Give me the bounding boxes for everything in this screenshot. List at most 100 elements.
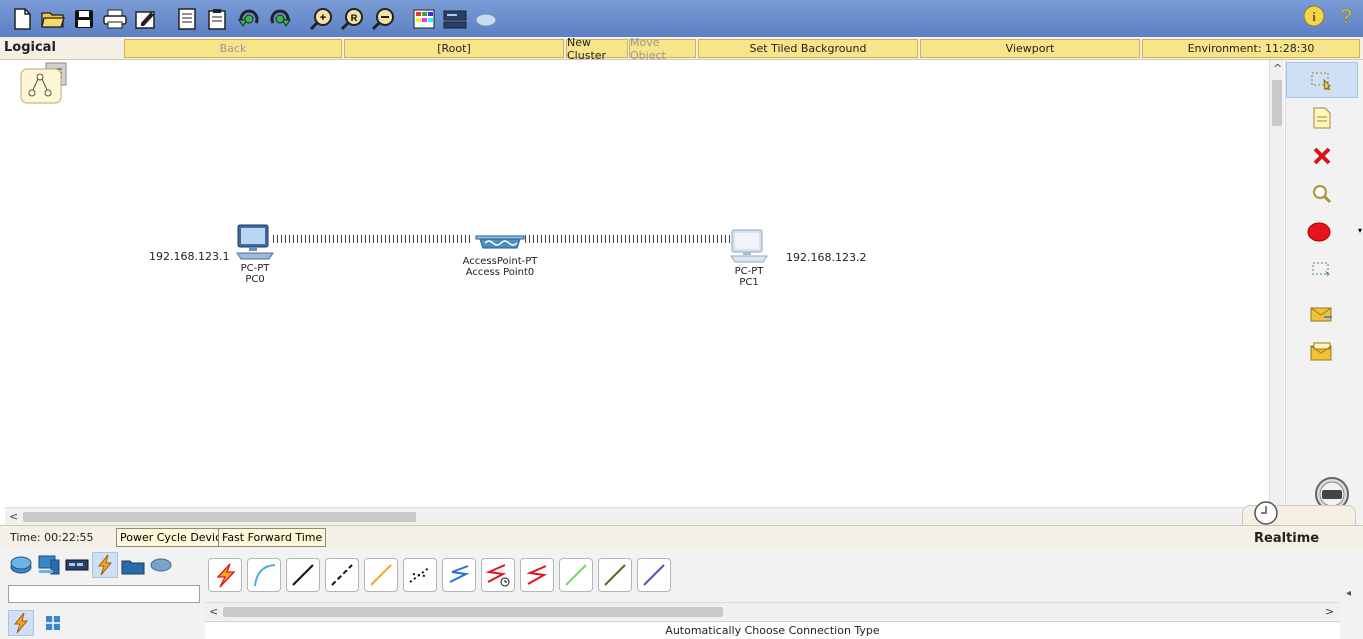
- new-cluster-button[interactable]: New Cluster: [566, 36, 628, 62]
- connection-description: Automatically Choose Connection Type: [205, 621, 1340, 639]
- wireless-link-pc0-ap: [273, 235, 473, 243]
- device-subcategory-row: [8, 610, 66, 636]
- dropdown-arrow-icon[interactable]: ▾: [1358, 226, 1362, 235]
- viewport-button[interactable]: Viewport: [920, 39, 1140, 58]
- cable-scroll-right-icon[interactable]: >: [1325, 605, 1334, 618]
- pc0-type: PC-PT: [240, 263, 270, 274]
- network-devices-icon[interactable]: [8, 552, 34, 578]
- zoom-in-icon[interactable]: +: [307, 5, 335, 33]
- straight-through-cable-icon[interactable]: [286, 558, 320, 592]
- magnifier-icon: [1313, 185, 1332, 204]
- simulation-status-bar: Time: 00:22:55 Power Cycle Devices Fast …: [0, 525, 1363, 548]
- main-toolbar: + R i ?: [0, 0, 1363, 37]
- navigation-bar: Logical Back [Root] New Cluster Move Obj…: [0, 36, 1363, 62]
- simple-pdu-icon: [1310, 307, 1332, 322]
- connections-icon[interactable]: [92, 552, 118, 578]
- pc0-label: PC-PT PC0: [233, 263, 277, 285]
- phone-cable-icon[interactable]: [403, 558, 437, 592]
- pc1-device[interactable]: [729, 228, 769, 268]
- help-icon[interactable]: ?: [1337, 5, 1355, 31]
- device-search-field[interactable]: [8, 585, 200, 603]
- save-icon[interactable]: [70, 5, 98, 33]
- draw-ellipse-button[interactable]: ▾: [1286, 214, 1362, 250]
- iot-custom-cable-icon[interactable]: [598, 558, 632, 592]
- console-cable-icon[interactable]: [247, 558, 281, 592]
- back-button[interactable]: Back: [124, 39, 342, 58]
- fiber-cable-icon[interactable]: [364, 558, 398, 592]
- copy-icon[interactable]: [173, 5, 201, 33]
- cable-scroll-thumb[interactable]: [223, 607, 723, 617]
- vertical-scroll-thumb[interactable]: [1272, 80, 1282, 126]
- workspace-vertical-scrollbar[interactable]: ^: [1269, 60, 1284, 525]
- palette-icon[interactable]: [410, 5, 438, 33]
- scroll-up-icon[interactable]: ^: [1273, 62, 1282, 75]
- simulation-time: Time: 00:22:55: [10, 531, 94, 544]
- root-button[interactable]: [Root]: [344, 39, 564, 58]
- open-folder-icon[interactable]: [39, 5, 67, 33]
- custom-device-icon[interactable]: [441, 5, 469, 33]
- coaxial-cable-icon[interactable]: [442, 558, 476, 592]
- activity-wizard-icon[interactable]: [132, 5, 160, 33]
- undo-icon[interactable]: [235, 5, 263, 33]
- multiuser-connection-icon[interactable]: [148, 552, 174, 578]
- paste-icon[interactable]: [204, 5, 232, 33]
- resize-icon: [1312, 262, 1330, 277]
- usb-cable-icon[interactable]: [637, 558, 671, 592]
- end-devices-icon[interactable]: [36, 552, 62, 578]
- grid-icon[interactable]: [40, 610, 66, 636]
- print-icon[interactable]: [101, 5, 129, 33]
- access-point-device[interactable]: [475, 230, 525, 256]
- device-category-row: [8, 552, 174, 578]
- zoom-reset-icon[interactable]: R: [338, 5, 366, 33]
- environment-button[interactable]: Environment: 11:28:30: [1142, 39, 1360, 58]
- access-point-icon: [475, 235, 525, 249]
- svg-text:R: R: [351, 13, 358, 23]
- add-complex-pdu-button[interactable]: [1286, 334, 1358, 370]
- scroll-left-icon[interactable]: <: [9, 510, 18, 523]
- miscellaneous-icon[interactable]: [120, 552, 146, 578]
- set-tiled-background-button[interactable]: Set Tiled Background: [698, 39, 918, 58]
- pc0-ip-label: 192.168.123.1: [149, 250, 230, 263]
- new-file-icon[interactable]: [8, 5, 36, 33]
- access-point-label: AccessPoint-PT Access Point0: [455, 256, 545, 278]
- ap-type: AccessPoint-PT: [462, 256, 538, 267]
- serial-dce-icon[interactable]: [481, 558, 515, 592]
- select-icon: [1311, 72, 1331, 90]
- octal-cable-icon[interactable]: [559, 558, 593, 592]
- redo-icon[interactable]: [266, 5, 294, 33]
- delete-button[interactable]: [1286, 138, 1358, 174]
- inspect-button[interactable]: [1286, 176, 1358, 212]
- complex-pdu-icon: [1310, 342, 1332, 361]
- packet-tracer-window: + R i ? Logical Back [Root] New Cluster …: [0, 0, 1363, 639]
- logical-mode-label[interactable]: Logical: [4, 40, 56, 55]
- right-tool-panel: ▾: [1285, 60, 1363, 525]
- connections-subcategory-icon[interactable]: [8, 610, 34, 636]
- horizontal-scroll-thumb[interactable]: [23, 512, 416, 522]
- device-selection-panel: < > Automatically Choose Connection Type…: [0, 548, 1363, 639]
- move-object-button[interactable]: Move Object: [629, 36, 696, 62]
- serial-dte-icon[interactable]: [520, 558, 554, 592]
- cable-types-scrollbar[interactable]: < >: [205, 602, 1340, 620]
- resize-shape-button[interactable]: [1286, 252, 1358, 288]
- collapse-panel-icon[interactable]: ◂: [1346, 588, 1351, 599]
- place-note-button[interactable]: [1286, 100, 1358, 136]
- note-icon: [1313, 107, 1331, 129]
- cloud-icon[interactable]: [472, 5, 500, 33]
- realtime-mode-label[interactable]: Realtime: [1254, 531, 1319, 546]
- components-icon[interactable]: [64, 552, 90, 578]
- pc0-device[interactable]: [235, 223, 275, 265]
- pc1-label: PC-PT PC1: [727, 266, 771, 288]
- logical-workspace[interactable]: 192.168.123.1 PC-PT PC0 AccessPoint-PT A…: [5, 60, 1269, 507]
- svg-text:i: i: [1312, 9, 1316, 24]
- crossover-cable-icon[interactable]: [325, 558, 359, 592]
- add-simple-pdu-button[interactable]: [1286, 296, 1358, 332]
- info-icon[interactable]: i: [1303, 5, 1325, 31]
- workspace-horizontal-scrollbar[interactable]: < >: [5, 507, 1269, 525]
- fast-forward-time-button[interactable]: Fast Forward Time: [218, 528, 327, 547]
- auto-connection-icon[interactable]: [208, 558, 242, 592]
- delete-x-icon: [1313, 147, 1331, 165]
- cable-scroll-left-icon[interactable]: <: [209, 605, 218, 618]
- select-tool-button[interactable]: [1286, 62, 1358, 98]
- topology-view-icon[interactable]: [20, 61, 70, 105]
- zoom-out-icon[interactable]: [369, 5, 397, 33]
